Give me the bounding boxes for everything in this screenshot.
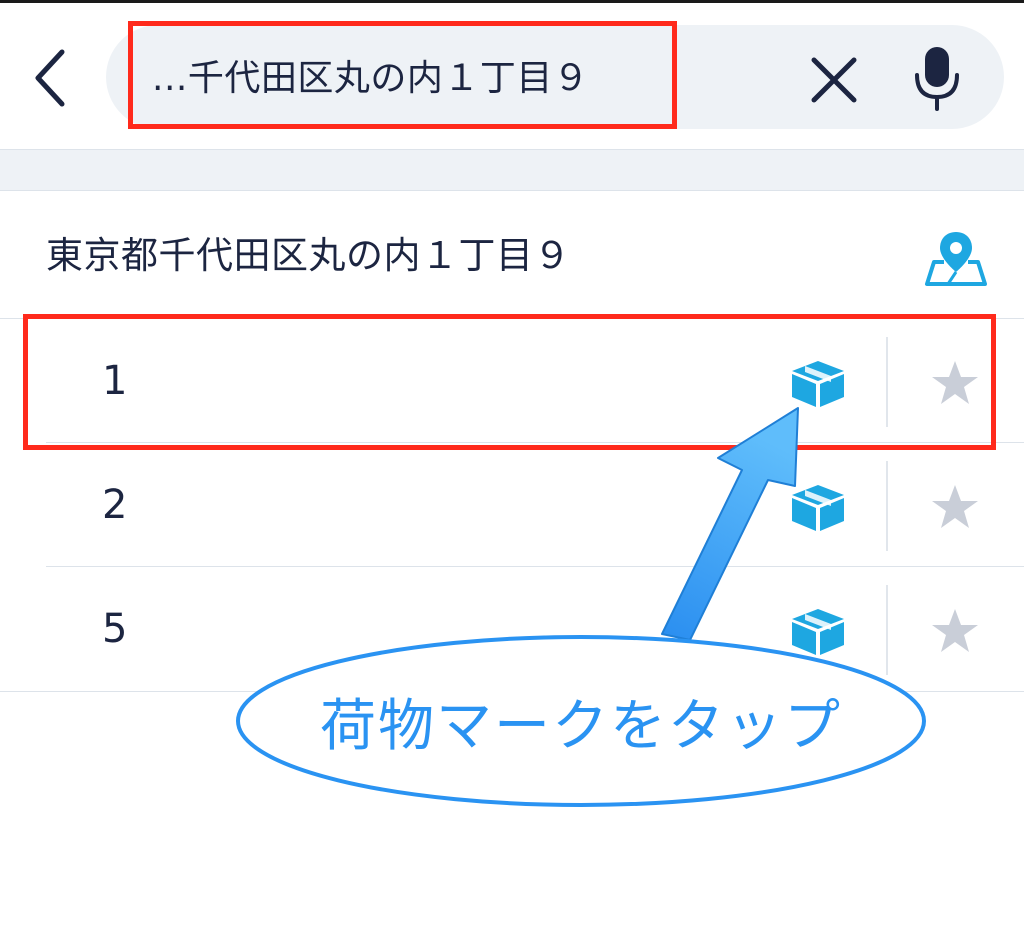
map-pin-icon: [925, 232, 987, 286]
star-icon: [932, 609, 978, 652]
address-title: 東京都千代田区丸の内１丁目９: [46, 234, 571, 277]
close-icon: [811, 57, 857, 103]
section-divider-band: [0, 149, 1024, 191]
star-icon: [932, 485, 978, 528]
favorite-button[interactable]: [930, 607, 980, 655]
callout-text: 荷物マークをタップ: [320, 693, 842, 759]
package-button[interactable]: [790, 483, 846, 533]
microphone-button[interactable]: [912, 45, 962, 113]
result-number: 5: [102, 606, 128, 652]
search-highlight-box: [128, 21, 677, 129]
microphone-icon: [915, 47, 959, 111]
package-icon: [792, 485, 844, 531]
result-row-2[interactable]: 2: [0, 443, 1024, 567]
back-button[interactable]: [24, 38, 84, 118]
chevron-left-icon: [35, 49, 65, 107]
show-on-map-button[interactable]: [924, 228, 988, 288]
clear-button[interactable]: [806, 52, 862, 108]
row-highlight-box: [23, 314, 996, 450]
favorite-button[interactable]: [930, 483, 980, 531]
result-number: 2: [102, 482, 128, 528]
row-divider: [886, 461, 888, 551]
